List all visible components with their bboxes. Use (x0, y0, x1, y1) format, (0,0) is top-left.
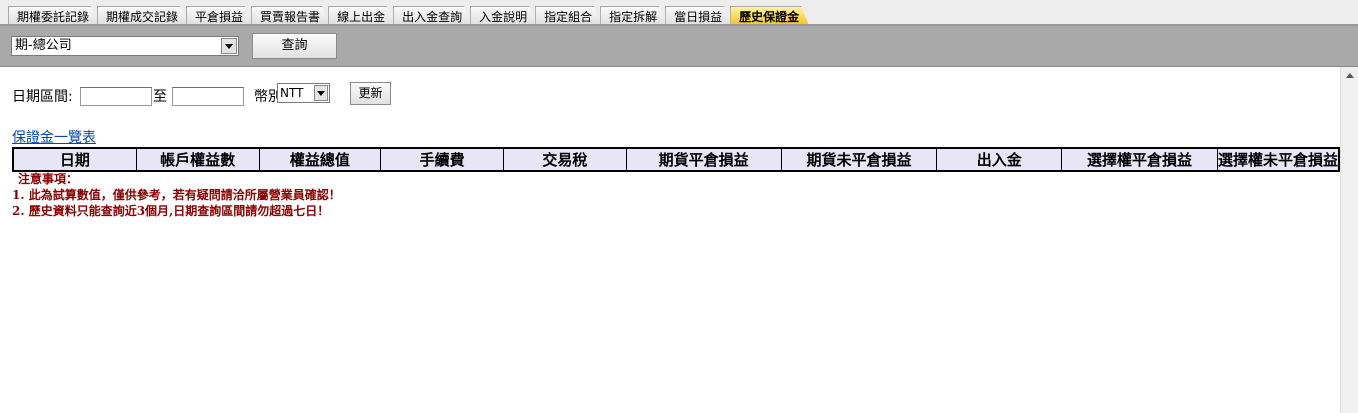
tab-bar: 期權委託記錄 期權成交記錄 平倉損益 買賣報告書 線上出金 出入金查詢 入金說明… (0, 0, 1358, 26)
currency-select[interactable]: NTT (277, 83, 330, 103)
branch-dropdown-button[interactable] (221, 38, 237, 54)
tab-deposit-info[interactable]: 入金說明 (470, 6, 537, 26)
branch-select[interactable]: 期-總公司 (11, 36, 239, 56)
tab-closing-pnl[interactable]: 平倉損益 (186, 6, 253, 26)
vertical-scrollbar[interactable] (1340, 67, 1358, 413)
notes-section: 注意事項： 1. 此為試算數值，僅供參考，若有疑問請洽所屬營業員確認！ 2. 歷… (12, 171, 341, 219)
tab-fund-transfer-query[interactable]: 出入金查詢 (393, 6, 472, 26)
date-range-label: 日期區間: (12, 89, 73, 105)
chevron-down-icon (317, 90, 325, 96)
note-item: 2. 歷史資料只能查詢近3個月,日期查詢區間請勿超過七日！ (12, 204, 330, 218)
toolbar: 期-總公司 查詢 (0, 26, 1358, 67)
tab-historical-margin[interactable]: 歷史保證金 (730, 6, 809, 26)
tab-option-orders[interactable]: 期權委託記錄 (8, 6, 99, 26)
date-from-input[interactable] (80, 87, 152, 106)
tab-daily-pnl[interactable]: 當日損益 (665, 6, 732, 26)
notes-title: 注意事項： (18, 172, 79, 186)
content-area: 日期區間: 至 幣別: NTT 更新 保證金一覽表 日期 帳戶權益數 權益總值 … (0, 67, 1340, 413)
refresh-button[interactable]: 更新 (350, 82, 391, 105)
chevron-down-icon (225, 43, 233, 49)
tab-option-trades[interactable]: 期權成交記錄 (97, 6, 188, 26)
tab-designated-combo[interactable]: 指定組合 (535, 6, 602, 26)
col-transaction-tax: 交易稅 (503, 147, 627, 172)
col-options-open-pnl: 選擇權未平倉損益 (1216, 147, 1340, 172)
margin-list-link[interactable]: 保證金一覽表 (12, 127, 96, 147)
col-futures-closed-pnl: 期貨平倉損益 (625, 147, 782, 172)
branch-select-value: 期-總公司 (15, 38, 72, 53)
col-date: 日期 (12, 147, 137, 172)
tab-online-withdrawal[interactable]: 線上出金 (328, 6, 395, 26)
tab-trade-reports[interactable]: 買賣報告書 (251, 6, 330, 26)
scroll-up-icon[interactable] (1342, 68, 1357, 83)
date-to-input[interactable] (172, 87, 244, 106)
to-label: 至 (153, 89, 167, 105)
col-total-equity: 權益總值 (258, 147, 382, 172)
col-account-equity: 帳戶權益數 (135, 147, 260, 172)
query-button[interactable]: 查詢 (252, 33, 337, 59)
margin-table: 日期 帳戶權益數 權益總值 手續費 交易稅 期貨平倉損益 期貨未平倉損益 出入金… (12, 147, 1340, 172)
note-item: 1. 此為試算數值，僅供參考，若有疑問請洽所屬營業員確認！ (12, 188, 341, 202)
currency-select-value: NTT (280, 86, 304, 100)
col-fund-transfer: 出入金 (936, 147, 1063, 172)
col-options-closed-pnl: 選擇權平倉損益 (1061, 147, 1218, 172)
currency-dropdown-button[interactable] (314, 85, 328, 101)
col-futures-open-pnl: 期貨未平倉損益 (780, 147, 938, 172)
col-commission: 手續費 (380, 147, 505, 172)
tab-list: 期權委託記錄 期權成交記錄 平倉損益 買賣報告書 線上出金 出入金查詢 入金說明… (8, 6, 807, 26)
tab-designated-split[interactable]: 指定拆解 (600, 6, 667, 26)
table-header-row: 日期 帳戶權益數 權益總值 手續費 交易稅 期貨平倉損益 期貨未平倉損益 出入金… (12, 147, 1340, 172)
